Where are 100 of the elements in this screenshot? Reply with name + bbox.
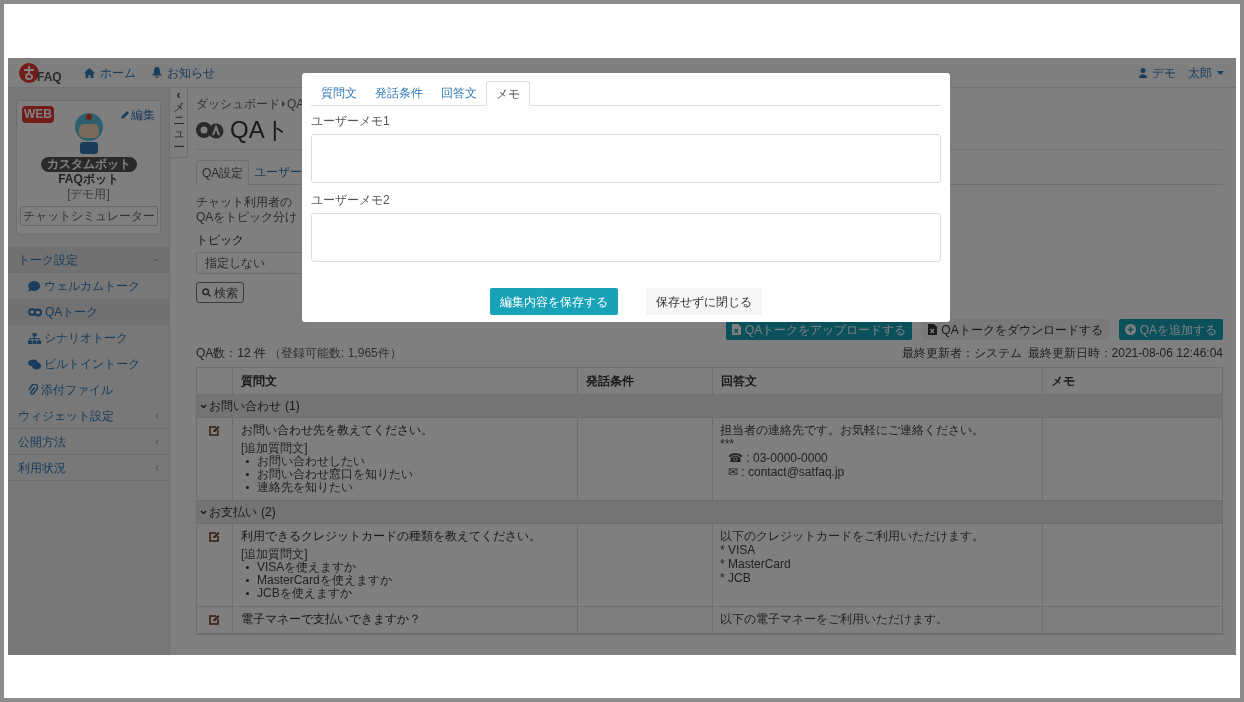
bot-name: FAQボット — [58, 172, 119, 187]
search-button[interactable]: 検索 — [196, 282, 244, 303]
column-header: 質問文 — [241, 373, 277, 390]
triangle-right-icon — [282, 101, 285, 107]
search-icon — [202, 288, 211, 297]
action-button[interactable]: QAを追加する — [1118, 319, 1223, 340]
memo-field[interactable] — [311, 213, 941, 262]
menu-item[interactable]: ウィジェット設定 — [8, 403, 169, 429]
chevron-down-icon — [200, 509, 207, 515]
extra-question: MasterCardを使えますか — [257, 574, 392, 587]
paperclip-icon — [28, 384, 38, 396]
column-header: 回答文 — [721, 373, 757, 390]
submenu-item[interactable]: ウェルカムトーク — [8, 273, 169, 299]
modal-tab[interactable]: メモ — [486, 81, 530, 106]
edit-button[interactable] — [209, 531, 220, 542]
chevron-down-icon — [200, 403, 207, 409]
answer-line: *** — [720, 437, 734, 451]
modal-tab[interactable]: 発話条件 — [366, 80, 432, 105]
modal-tab[interactable]: 回答文 — [432, 80, 486, 105]
answer-line: 以下のクレジットカードをご利用いただけます。 — [720, 529, 984, 543]
bullet-icon — [246, 566, 249, 569]
sitemap-icon — [28, 332, 41, 344]
updated-by: 最終更新者：システム — [901, 345, 1022, 362]
pencil-icon — [121, 111, 129, 119]
question-text: 利用できるクレジットカードの種類を教えてください。 — [241, 529, 541, 544]
answer-line: * MasterCard — [720, 557, 791, 571]
answer-line: ✉ : contact@satfaq.jp — [727, 465, 845, 479]
description-text: チャット利用者の — [196, 195, 292, 210]
simulator-button[interactable]: チャットシミュレーター — [19, 206, 158, 226]
menu-label: 利用状況 — [18, 459, 66, 477]
answer-line: * VISA — [720, 543, 756, 557]
edit-icon — [209, 425, 220, 436]
menu-toggle[interactable]: ‹ メニュー — [170, 88, 188, 158]
group-label: お支払い — [209, 504, 257, 521]
user-icon — [1139, 67, 1147, 78]
edit-button[interactable] — [209, 425, 220, 436]
bullet-icon — [246, 486, 249, 489]
group-count: (1) — [285, 398, 300, 415]
question-text: 電子マネーで支払いできますか？ — [241, 612, 421, 627]
field-label: ユーザーメモ1 — [311, 114, 390, 129]
memo-field[interactable] — [311, 134, 941, 183]
chat-bubble-icon — [28, 280, 41, 292]
group-count: (2) — [261, 504, 276, 521]
answer-line: 担当者の連絡先です。お気軽にご連絡ください。 — [720, 423, 984, 437]
menu-item[interactable]: トーク設定 — [8, 247, 169, 273]
breadcrumb-item[interactable]: ダッシュボード — [196, 95, 280, 113]
home-icon — [83, 67, 95, 78]
tab[interactable]: QA設定 — [196, 160, 250, 185]
bell-icon — [151, 67, 162, 78]
user-menu[interactable]: デモ 太郎 — [1139, 63, 1224, 82]
submenu-item[interactable]: 添付ファイル — [8, 377, 169, 403]
submenu-item[interactable]: シナリオトーク — [8, 325, 169, 351]
submenu-item[interactable]: QAトーク — [8, 299, 169, 325]
caret-icon — [1217, 70, 1224, 75]
updated-at: 最終更新日時：2021-08-06 12:46:04 — [1027, 345, 1223, 362]
column-header: 発話条件 — [586, 373, 634, 390]
bullet-icon — [246, 460, 249, 463]
modal-tab[interactable]: 質問文 — [312, 80, 366, 105]
close-button[interactable]: 保存せずに閉じる — [646, 288, 762, 315]
chevron-down-icon — [153, 257, 159, 262]
topic-select[interactable]: 指定しない — [196, 252, 302, 274]
edit-link[interactable]: 編集 — [121, 106, 155, 124]
nav-link[interactable]: お知らせ — [151, 63, 215, 82]
logo[interactable]: FAQ — [19, 62, 62, 83]
bullet-icon — [246, 579, 249, 582]
topic-label: トピック — [196, 232, 244, 249]
action-button[interactable]: QAトークをダウンロードする — [922, 319, 1109, 340]
menu-item[interactable]: 利用状況 — [8, 455, 169, 481]
extra-label: [追加質問文] — [241, 548, 308, 561]
group-row[interactable]: お問い合わせ (1) — [197, 395, 1222, 418]
edit-icon — [209, 531, 220, 542]
field-label: ユーザーメモ2 — [311, 193, 390, 208]
edit-button[interactable] — [209, 614, 220, 625]
chevron-left-icon — [155, 464, 159, 471]
description-text: QAをトピック分け — [196, 210, 298, 225]
extra-label: [追加質問文] — [241, 442, 308, 455]
question-text: お問い合わせ先を教えてください。 — [241, 423, 433, 438]
bullet-icon — [246, 473, 249, 476]
menu-item[interactable]: 公開方法 — [8, 429, 169, 455]
column-header: メモ — [1051, 373, 1075, 390]
answer-line: * JCB — [720, 571, 751, 585]
bot-type-tag: カスタムボット — [40, 157, 137, 172]
group-row[interactable]: お支払い (2) — [197, 501, 1222, 524]
bullet-icon — [246, 592, 249, 595]
file-icon — [928, 324, 938, 335]
submenu-item[interactable]: ビルトイントーク — [8, 351, 169, 377]
chevron-left-icon — [155, 412, 159, 419]
qa-count: QA数：12 件 — [196, 345, 267, 362]
logo-mark-icon — [19, 62, 39, 83]
page-title: QAト — [230, 116, 290, 144]
capacity-text: （登録可能数: 1,965件） — [269, 345, 402, 362]
edit-icon — [209, 614, 220, 625]
extra-question: VISAを使えますか — [257, 561, 357, 574]
speech-bubbles-icon — [28, 307, 42, 317]
comments-icon — [28, 358, 41, 370]
save-button[interactable]: 編集内容を保存する — [490, 288, 618, 315]
group-label: お問い合わせ — [209, 398, 281, 415]
qa-bubbles-icon — [196, 121, 224, 139]
nav-link[interactable]: ホーム — [83, 63, 136, 82]
web-badge: WEB — [22, 106, 54, 123]
